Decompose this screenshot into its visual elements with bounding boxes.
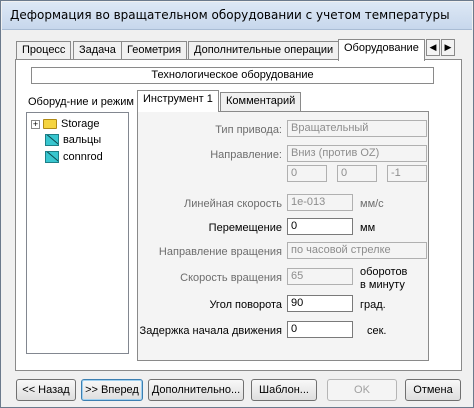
- drive-type-field: Вращательный: [287, 120, 427, 137]
- tab-geometry[interactable]: Геометрия: [121, 41, 188, 60]
- ok-button[interactable]: OK: [327, 379, 397, 401]
- section-header: Технологическое оборудование: [31, 67, 434, 84]
- main-tab-row: Процесс Задача Геометрия Дополнительные …: [1, 39, 473, 61]
- linear-speed-label: Линейная скорость: [184, 198, 282, 210]
- start-delay-unit: сек.: [367, 325, 387, 337]
- equipment-mode-label: Оборуд-ние и режим: [28, 96, 134, 108]
- direction-label: Направление:: [210, 149, 282, 161]
- start-delay-label: Задержка начала движения: [139, 325, 282, 337]
- title-bar: Деформация во вращательном оборудовании …: [2, 2, 472, 30]
- direction-x-field: 0: [287, 165, 327, 182]
- tab-process[interactable]: Процесс: [16, 41, 72, 60]
- tool-settings-panel: Тип привода: Вращательный Направление: В…: [137, 111, 429, 361]
- rotation-speed-unit-line2: в минуту: [360, 279, 405, 291]
- dialog-window: Деформация во вращательном оборудовании …: [0, 0, 474, 408]
- equipment-panel: Технологическое оборудование Оборуд-ние …: [15, 59, 462, 371]
- rotation-direction-label: Направление вращения: [158, 246, 282, 258]
- start-delay-input[interactable]: 0: [287, 321, 353, 338]
- advanced-button[interactable]: Дополнительно...: [148, 379, 244, 401]
- tool-icon: [45, 134, 59, 147]
- tab-comment[interactable]: Комментарий: [220, 92, 302, 111]
- rotation-speed-field: 65: [287, 268, 353, 285]
- rotation-speed-unit-line1: оборотов: [360, 266, 408, 278]
- tree-item-label: вальцы: [63, 134, 102, 146]
- direction-z-field: -1: [387, 165, 427, 182]
- direction-field: Вниз (против OZ): [287, 145, 427, 162]
- direction-y-field: 0: [337, 165, 377, 182]
- tree-item-label: connrod: [63, 151, 103, 163]
- rotation-speed-label: Скорость вращения: [180, 272, 282, 284]
- rotation-angle-unit: град.: [360, 299, 386, 311]
- template-button[interactable]: Шаблон...: [251, 379, 317, 401]
- tree-item-connrod[interactable]: connrod: [45, 149, 103, 165]
- cancel-button[interactable]: Отмена: [405, 379, 461, 401]
- tool-icon: [45, 151, 59, 164]
- tab-tool-1[interactable]: Инструмент 1: [137, 90, 219, 112]
- next-button[interactable]: >> Вперед: [81, 379, 143, 401]
- rotation-direction-field: по часовой стрелке: [287, 242, 427, 259]
- back-button[interactable]: << Назад: [16, 379, 76, 401]
- tab-task[interactable]: Задача: [73, 41, 122, 60]
- displacement-unit: мм: [360, 222, 376, 234]
- tree-item-storage[interactable]: + Storage: [31, 116, 100, 132]
- tree-item-rolls[interactable]: вальцы: [45, 132, 101, 148]
- tab-scroll-left-icon[interactable]: ◀: [426, 39, 440, 56]
- expand-icon[interactable]: +: [31, 119, 40, 129]
- tab-additional-operations[interactable]: Дополнительные операции: [188, 41, 340, 60]
- equipment-tree[interactable]: + Storage вальцы connrod: [26, 112, 129, 354]
- tree-item-label: Storage: [61, 118, 100, 130]
- window-title: Деформация во вращательном оборудовании …: [10, 8, 450, 22]
- tab-scroll-right-icon[interactable]: ▶: [441, 39, 455, 56]
- rotation-angle-input[interactable]: 90: [287, 295, 353, 312]
- drive-type-label: Тип привода:: [215, 124, 282, 136]
- linear-speed-unit: мм/с: [360, 198, 384, 210]
- displacement-label: Перемещение: [208, 222, 282, 234]
- linear-speed-field: 1e-013: [287, 194, 353, 211]
- folder-icon: [43, 119, 57, 130]
- rotation-angle-label: Угол поворота: [209, 299, 282, 311]
- tab-equipment[interactable]: Оборудование: [338, 39, 425, 61]
- displacement-input[interactable]: 0: [287, 218, 353, 235]
